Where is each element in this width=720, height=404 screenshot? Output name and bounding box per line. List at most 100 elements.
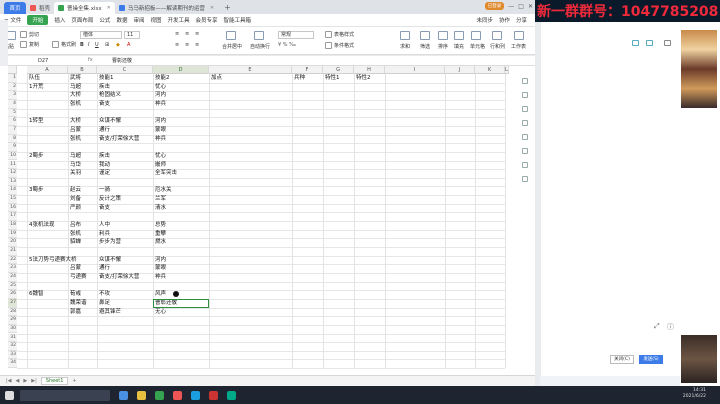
row-header-16[interactable]: 16 xyxy=(8,203,17,213)
cell-b10[interactable]: 马超 xyxy=(70,152,81,161)
cell-d19[interactable]: 重攀 xyxy=(155,230,166,239)
column-header-c[interactable]: C xyxy=(97,66,153,74)
sheet-icon[interactable] xyxy=(514,31,524,40)
column-header-d[interactable]: D xyxy=(153,66,209,74)
cell-d11[interactable]: 嵌师 xyxy=(155,161,166,170)
align-left-icon[interactable]: ≡ xyxy=(175,42,179,48)
row-header-31[interactable]: 31 xyxy=(8,333,17,343)
expand-icon[interactable]: ⤢ xyxy=(654,322,660,331)
cell-d15[interactable]: 兰军 xyxy=(155,195,166,204)
wechat-icon[interactable] xyxy=(227,390,236,400)
cell-c19[interactable]: 利兵 xyxy=(99,230,110,239)
side-tool-icon[interactable] xyxy=(522,106,528,112)
row-header-24[interactable]: 24 xyxy=(8,272,17,282)
column-header-a[interactable]: A xyxy=(27,66,68,74)
side-tool-icon[interactable] xyxy=(522,134,528,140)
format-painter-button[interactable]: 格式刷 xyxy=(52,41,76,48)
cell-icon[interactable] xyxy=(471,31,481,40)
percent-icon[interactable]: ¥ % ‰ xyxy=(278,42,296,48)
cell-a26[interactable]: 6魏智 xyxy=(29,290,44,299)
cell-b12[interactable]: 关羽 xyxy=(70,169,81,178)
cell-c2[interactable]: 疾击 xyxy=(99,83,110,92)
column-header-h[interactable]: H xyxy=(354,66,385,74)
row-header-7[interactable]: 7 xyxy=(8,125,17,135)
cell-b18[interactable]: 吕布 xyxy=(70,221,81,230)
cell-c20[interactable]: 步步为营 xyxy=(99,238,121,247)
cell-b4[interactable]: 张机 xyxy=(70,100,81,109)
cell-c22[interactable]: 众谋不懈 xyxy=(99,256,121,265)
wrap-button[interactable]: 自动换行 xyxy=(250,43,270,50)
prev-sheet-icon[interactable]: ◀ xyxy=(16,378,20,384)
cell-d4[interactable]: 衶兵 xyxy=(155,100,166,109)
number-format-select[interactable]: 常规 xyxy=(278,31,314,39)
cell-d8[interactable]: 衶兵 xyxy=(155,135,166,144)
phone-icon[interactable] xyxy=(632,40,639,46)
sort-icon[interactable] xyxy=(438,31,448,40)
fill-icon[interactable] xyxy=(454,31,464,40)
cell-d16[interactable]: 清水 xyxy=(155,204,166,213)
wrap-icon[interactable] xyxy=(254,31,264,40)
video-call-icon[interactable] xyxy=(646,40,653,46)
menu-insert[interactable]: 插入 xyxy=(54,16,65,24)
cell-b26[interactable]: 荀彧 xyxy=(70,290,81,299)
folder-icon[interactable] xyxy=(137,390,146,400)
font-color-icon[interactable]: A xyxy=(127,42,130,48)
cell-d2[interactable]: 忧心 xyxy=(155,83,166,92)
cell-d7[interactable]: 蒙眼 xyxy=(155,126,166,135)
minimize-icon[interactable]: — xyxy=(508,3,514,10)
cell-d3[interactable]: 河内 xyxy=(155,91,166,100)
more-icon[interactable] xyxy=(664,40,671,46)
spreadsheet-grid[interactable]: A B C D E F G H I J K L 1 队伍 武将 技能1 技能2 加点 兵种 特性1 特性2 2 1开荒 马超疾… xyxy=(0,66,535,375)
cell-a22[interactable]: 5法刀势弓递赛大桥 xyxy=(29,256,77,265)
row-header-30[interactable]: 30 xyxy=(8,324,17,334)
side-tool-icon[interactable] xyxy=(522,78,528,84)
column-header-f[interactable]: F xyxy=(292,66,323,74)
rowcol-button[interactable]: 行和列 xyxy=(490,43,505,50)
row-header-5[interactable]: 5 xyxy=(8,108,17,118)
row-header-10[interactable]: 10 xyxy=(8,151,17,161)
close-icon[interactable]: ✕ xyxy=(107,5,111,11)
cell-d20[interactable]: 燃水 xyxy=(155,238,166,247)
app-icon[interactable] xyxy=(173,390,182,400)
close-chat-button[interactable]: 关闭(C) xyxy=(610,355,634,364)
cell-d26[interactable]: 风声 xyxy=(155,290,166,299)
menu-smart-tools[interactable]: 智能工具箱 xyxy=(224,16,252,24)
cell-f1[interactable]: 兵种 xyxy=(294,74,305,83)
table-style-button[interactable]: 表格样式 xyxy=(325,31,354,38)
wps-icon[interactable] xyxy=(155,390,164,400)
filter-icon[interactable] xyxy=(420,31,430,40)
cell-c12[interactable]: 谨定 xyxy=(99,169,110,178)
cell-d14[interactable]: 厄水关 xyxy=(155,186,172,195)
border-icon[interactable]: ⊞ xyxy=(105,42,109,48)
row-header-28[interactable]: 28 xyxy=(8,307,17,317)
row-header-2[interactable]: 2 xyxy=(8,82,17,92)
cond-format-button[interactable]: 条件格式 xyxy=(325,42,354,49)
row-header-33[interactable]: 33 xyxy=(8,350,17,360)
fill-color-icon[interactable]: ◆ xyxy=(116,42,120,48)
rowcol-icon[interactable] xyxy=(492,31,502,40)
filter-button[interactable]: 筛选 xyxy=(420,43,430,50)
sum-button[interactable]: 求和 xyxy=(400,43,410,50)
send-button[interactable]: 发送(S) xyxy=(639,355,663,364)
cell-c10[interactable]: 疾击 xyxy=(99,152,110,161)
row-header-15[interactable]: 15 xyxy=(8,195,17,204)
collab-button[interactable]: 协作 xyxy=(499,16,510,24)
cell-e1[interactable]: 加点 xyxy=(211,74,222,83)
sort-button[interactable]: 排序 xyxy=(438,43,448,50)
menu-data[interactable]: 数据 xyxy=(116,16,127,24)
row-header-17[interactable]: 17 xyxy=(8,212,17,222)
cell-c7[interactable]: 通行 xyxy=(99,126,110,135)
font-family-select[interactable]: 楷体 xyxy=(80,31,122,39)
side-tool-icon[interactable] xyxy=(522,176,528,182)
cell-c23[interactable]: 通行 xyxy=(99,264,110,273)
cell-a18[interactable]: 4张机法现 xyxy=(29,221,55,230)
copy-button[interactable]: 复制 xyxy=(20,41,39,48)
cell-d10[interactable]: 忧心 xyxy=(155,152,166,161)
qq-icon[interactable] xyxy=(191,390,200,400)
cell-d23[interactable]: 蒙眼 xyxy=(155,264,166,273)
sum-icon[interactable] xyxy=(400,31,410,40)
media-icon[interactable] xyxy=(209,390,218,400)
font-size-select[interactable]: 11 xyxy=(124,31,140,39)
cell-a6[interactable]: 1转型 xyxy=(29,117,44,126)
row-header-34[interactable]: 34 xyxy=(8,359,17,369)
